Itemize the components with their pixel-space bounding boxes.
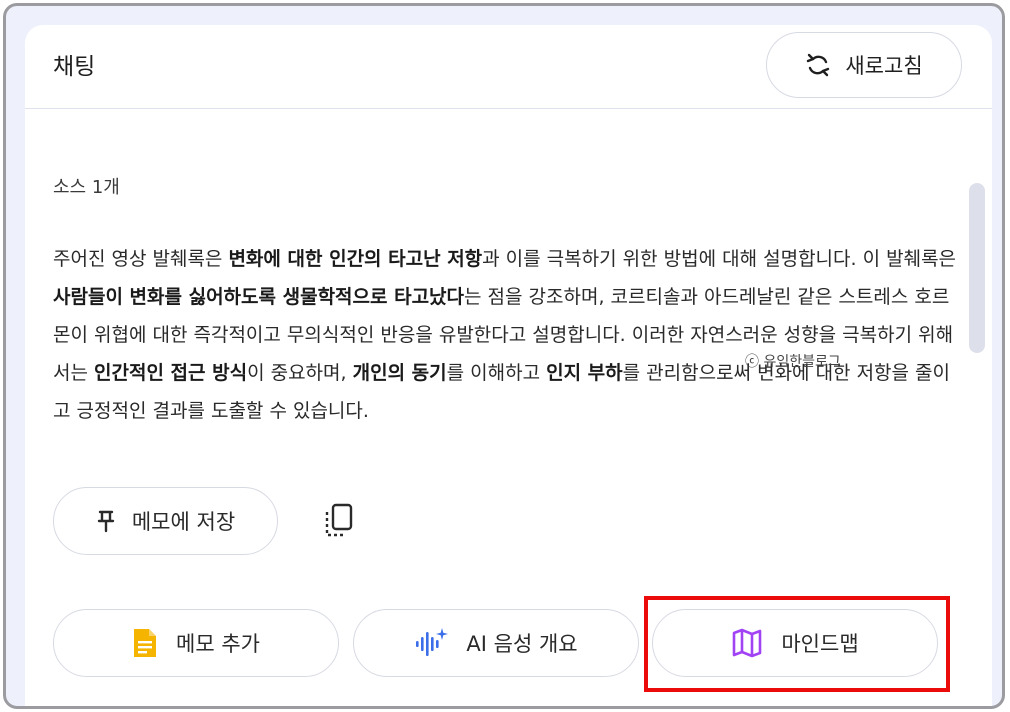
response-emphasis: 인간적인 접근 방식 <box>94 362 248 384</box>
audio-overview-button[interactable]: AI 음성 개요 <box>353 609 639 677</box>
response-emphasis: 개인의 동기 <box>352 362 447 384</box>
refresh-label: 새로고침 <box>845 54 923 78</box>
refresh-button[interactable]: 새로고침 <box>766 32 962 98</box>
response-segment: 이 중요하며, <box>247 362 353 384</box>
response-segment: 를 이해하고 <box>446 362 547 384</box>
response-emphasis: 사람들이 변화를 싫어하도록 생물학적으로 타고났다 <box>53 286 465 308</box>
copy-icon <box>322 502 356 540</box>
pin-icon <box>96 509 116 533</box>
refresh-icon <box>805 52 831 78</box>
response-segment: 주어진 영상 발췌록은 <box>53 248 229 270</box>
audio-overview-label: AI 음성 개요 <box>466 632 578 656</box>
scrollbar[interactable] <box>969 183 985 353</box>
response-text: 주어진 영상 발췌록은 변화에 대한 인간의 타고난 저항과 이를 극복하기 위… <box>53 240 958 430</box>
save-to-note-button[interactable]: 메모에 저장 <box>53 487 278 555</box>
watermark: ⓒ 유익한블로그 <box>745 354 841 370</box>
highlight-annotation <box>644 596 950 692</box>
chat-header: 채팅 새로고침 <box>25 25 992 109</box>
response-emphasis: 변화에 대한 인간의 타고난 저항 <box>228 248 483 270</box>
response-emphasis: 인지 부하 <box>546 362 623 384</box>
app-frame: 채팅 새로고침 소스 1개 주어진 영상 발췌록은 변화에 대한 인간의 타고난… <box>3 3 1005 709</box>
note-icon <box>132 627 158 659</box>
sources-count[interactable]: 소스 1개 <box>53 173 120 199</box>
save-to-note-label: 메모에 저장 <box>131 510 236 534</box>
add-note-label: 메모 추가 <box>176 632 260 656</box>
add-note-button[interactable]: 메모 추가 <box>53 609 339 677</box>
audio-wave-icon <box>414 626 449 660</box>
copy-button[interactable] <box>319 499 359 543</box>
panel-title: 채팅 <box>53 54 96 80</box>
response-segment: 과 이를 극복하기 위한 방법에 대해 설명합니다. 이 발췌록은 <box>482 248 957 270</box>
